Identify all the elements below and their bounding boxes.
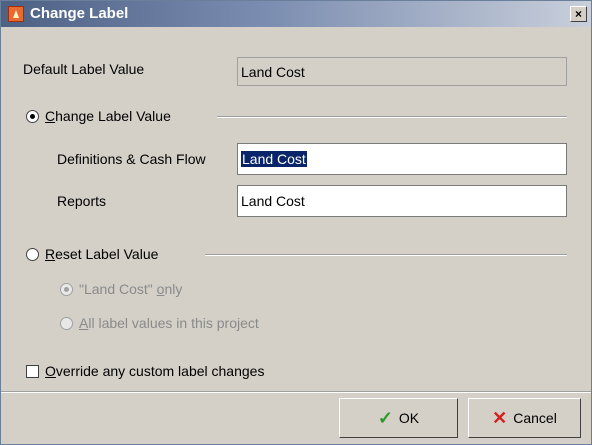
reset-label-option-label[interactable]: Reset Label Value — [45, 246, 158, 262]
option-text: verride any custom label changes — [55, 363, 265, 379]
mnemonic-char: C — [45, 108, 56, 124]
close-button[interactable]: × — [570, 6, 587, 22]
override-label[interactable]: Override any custom label changes — [45, 363, 264, 379]
mnemonic-char: O — [45, 363, 56, 379]
selected-text: Land Cost — [241, 151, 307, 167]
footer-separator — [1, 391, 591, 393]
option-text: nly — [164, 281, 183, 297]
override-checkbox[interactable] — [26, 365, 39, 378]
option-text: "Land Cost" — [79, 281, 157, 297]
all-label-values-label[interactable]: All label values in this project — [79, 315, 259, 331]
land-cost-only-radio[interactable] — [60, 283, 73, 296]
cancel-label: Cancel — [513, 410, 557, 426]
change-label-radio[interactable] — [26, 110, 39, 123]
ok-button[interactable]: ✓ OK — [339, 398, 458, 438]
cancel-button[interactable]: ✕ Cancel — [468, 398, 581, 438]
ok-label: OK — [398, 410, 420, 426]
change-label-option-label[interactable]: Change Label Value — [45, 108, 171, 124]
x-icon: ✕ — [492, 408, 508, 428]
option-text: eset Label Value — [55, 246, 159, 262]
reports-caption: Reports — [57, 193, 107, 209]
default-label-value: Land Cost — [241, 63, 305, 80]
mnemonic-char: A — [79, 315, 89, 331]
definitions-cash-flow-input[interactable]: Land Cost — [237, 143, 567, 175]
option-text: ll label values in this project — [88, 315, 259, 331]
default-label-caption: Default Label Value — [23, 61, 145, 77]
title-bar[interactable]: Change Label × — [1, 1, 591, 27]
app-icon — [8, 6, 24, 22]
default-label-value-field: Land Cost — [237, 57, 567, 86]
check-icon: ✓ — [377, 408, 393, 428]
radio-selected-dot — [30, 114, 35, 119]
land-cost-only-label[interactable]: "Land Cost" only — [79, 281, 182, 297]
window-title: Change Label — [30, 5, 129, 22]
definitions-caption: Definitions & Cash Flow — [57, 151, 206, 167]
reports-value: Land Cost — [241, 193, 305, 209]
mnemonic-char: R — [45, 246, 56, 262]
change-section-separator — [217, 116, 567, 118]
reset-section-separator — [205, 254, 567, 256]
all-label-values-radio[interactable] — [60, 317, 73, 330]
reset-label-radio[interactable] — [26, 248, 39, 261]
option-text: hange Label Value — [55, 108, 171, 124]
reports-input[interactable]: Land Cost — [237, 185, 567, 217]
change-label-dialog: Change Label × Default Label Value Land … — [0, 0, 592, 445]
radio-selected-dot — [64, 287, 69, 292]
